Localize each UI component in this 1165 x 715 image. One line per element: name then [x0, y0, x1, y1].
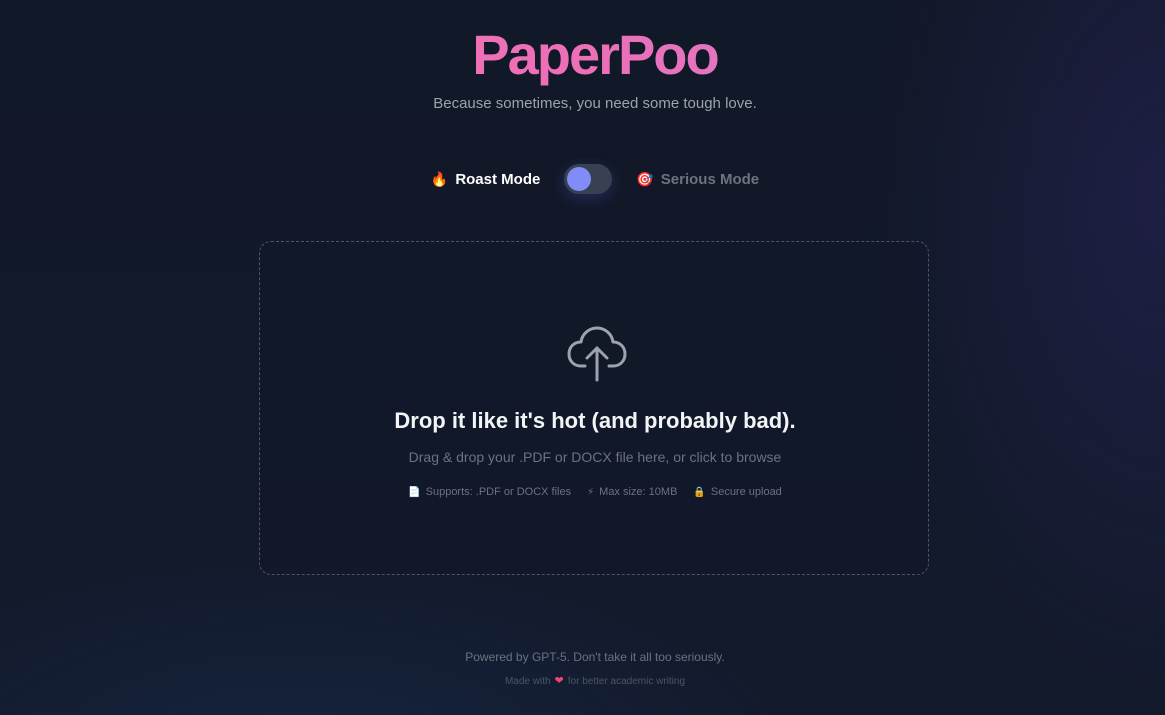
roast-mode-label: Roast Mode	[455, 170, 541, 188]
fire-icon: 🔥	[430, 170, 449, 187]
made-with-suffix: for better academic writing	[567, 676, 686, 687]
feature-supported-formats: 📄 Supports: .PDF or DOCX files	[408, 486, 571, 498]
target-icon: 🎯	[636, 170, 654, 187]
document-icon: 📄	[408, 486, 421, 498]
roast-mode-option[interactable]: 🔥 Roast Mode	[431, 171, 540, 188]
dropzone-subtitle: Drag & drop your .PDF or DOCX file here,…	[408, 449, 782, 465]
feature-label: Secure upload	[710, 486, 782, 498]
feature-max-size: ⚡ Max size: 10MB	[587, 486, 677, 498]
made-with-prefix: Made with	[504, 676, 551, 687]
heart-icon: ❤	[554, 675, 564, 687]
app-page: PaperPoo Because sometimes, you need som…	[0, 0, 1165, 715]
feature-secure-upload: 🔒 Secure upload	[693, 486, 781, 498]
feature-label: Supports: .PDF or DOCX files	[425, 486, 572, 498]
mode-switcher: 🔥 Roast Mode 🎯 Serious Mode	[0, 162, 1165, 196]
serious-mode-option[interactable]: 🎯 Serious Mode	[636, 171, 759, 188]
tagline: Because sometimes, you need some tough l…	[433, 95, 757, 112]
made-with-text: Made with ❤ for better academic writing	[0, 674, 1165, 687]
powered-by-text: Powered by GPT-5. Don't take it all too …	[465, 650, 725, 664]
app-logo: PaperPoo	[0, 22, 1165, 88]
upload-features: 📄 Supports: .PDF or DOCX files ⚡ Max siz…	[260, 486, 930, 498]
mode-toggle-switch[interactable]	[564, 164, 613, 194]
serious-mode-label: Serious Mode	[660, 170, 760, 188]
file-dropzone[interactable]: Drop it like it's hot (and probably bad)…	[259, 241, 929, 575]
cloud-upload-icon	[567, 326, 627, 382]
lightning-icon: ⚡	[587, 486, 595, 498]
dropzone-title: Drop it like it's hot (and probably bad)…	[394, 408, 796, 433]
toggle-knob	[567, 167, 592, 191]
feature-label: Max size: 10MB	[599, 486, 678, 498]
lock-icon: 🔒	[693, 486, 706, 498]
